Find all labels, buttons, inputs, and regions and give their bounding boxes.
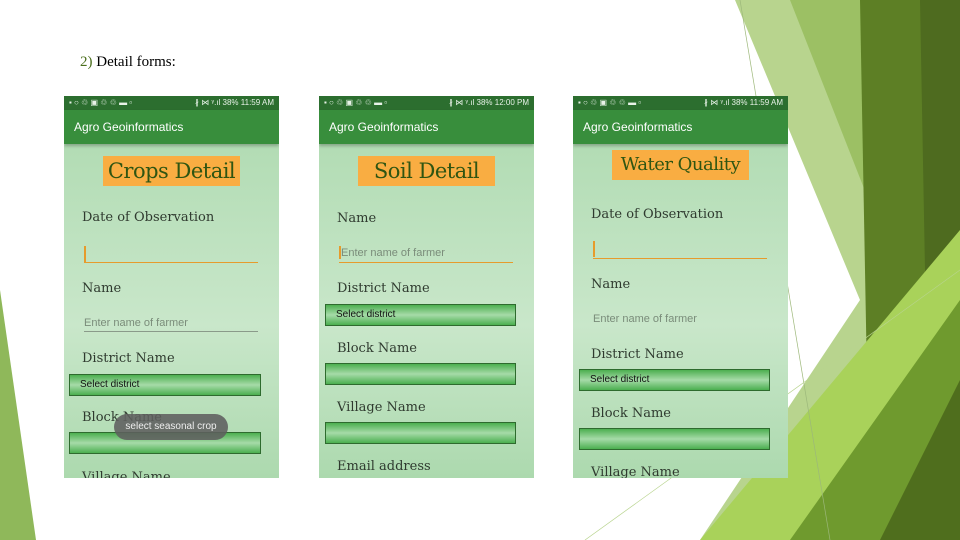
name-input[interactable]: Enter name of farmer: [341, 247, 445, 259]
district-label: District Name: [82, 351, 175, 366]
date-label: Date of Observation: [82, 210, 215, 225]
block-select[interactable]: [325, 363, 516, 385]
slide-number: 2): [80, 54, 93, 70]
status-bar: ▪ ○ ♲ ▣ ♲ ♲ ▬ ▫ ∦ ⋈ ᵞ.ıl 38% 11:59 AM: [573, 96, 788, 110]
battery-level: 38%: [731, 98, 748, 107]
text-cursor: [593, 241, 595, 257]
form-title: Crops Detail: [103, 156, 240, 186]
phone-crops-detail: ▪ ○ ♲ ▣ ♲ ♲ ▬ ▫ ∦ ⋈ ᵞ.ıl 38% 11:59 AM Agr…: [64, 96, 279, 478]
status-bar: ▪ ○ ♲ ▣ ♲ ♲ ▬ ▫ ∦ ⋈ ᵞ.ıl 38% 12:00 PM: [319, 96, 534, 110]
block-label: Block Name: [591, 406, 671, 421]
block-select[interactable]: [579, 428, 770, 450]
phone-soil-detail: ▪ ○ ♲ ▣ ♲ ♲ ▬ ▫ ∦ ⋈ ᵞ.ıl 38% 12:00 PM Agr…: [319, 96, 534, 478]
village-label: Village Name: [82, 470, 171, 478]
notification-icons: ▪ ○ ♲ ▣ ♲ ♲ ▬ ▫: [578, 98, 642, 107]
email-label: Email address: [337, 459, 431, 474]
app-bar-title: Agro Geoinformatics: [319, 110, 534, 144]
notification-icons: ▪ ○ ♲ ▣ ♲ ♲ ▬ ▫: [324, 98, 388, 107]
phone-water-quality: ▪ ○ ♲ ▣ ♲ ♲ ▬ ▫ ∦ ⋈ ᵞ.ıl 38% 11:59 AM Agr…: [573, 96, 788, 478]
slide-title-text: Detail forms:: [96, 54, 176, 70]
name-underline: [84, 331, 258, 332]
signal-icons: ∦ ⋈ ᵞ.ıl: [195, 98, 221, 107]
text-cursor: [84, 246, 86, 262]
battery-level: 38%: [222, 98, 239, 107]
village-label: Village Name: [337, 400, 426, 415]
name-label: Name: [591, 277, 631, 292]
toast-message: select seasonal crop: [114, 414, 228, 440]
name-label: Name: [337, 211, 377, 226]
clock: 11:59 AM: [240, 98, 274, 107]
district-select[interactable]: Select district: [325, 304, 516, 326]
name-label: Name: [82, 281, 122, 296]
app-bar-title: Agro Geoinformatics: [573, 110, 788, 144]
date-label: Date of Observation: [591, 207, 724, 222]
name-input[interactable]: Enter name of farmer: [593, 313, 697, 325]
date-input[interactable]: [593, 258, 767, 259]
form-title: Water Quality: [612, 150, 749, 180]
form-title: Soil Detail: [358, 156, 495, 186]
signal-icons: ∦ ⋈ ᵞ.ıl: [449, 98, 475, 107]
slide-title: 2) Detail forms:: [80, 54, 176, 71]
village-label: Village Name: [591, 465, 680, 478]
clock: 11:59 AM: [749, 98, 783, 107]
date-input[interactable]: [84, 262, 258, 263]
notification-icons: ▪ ○ ♲ ▣ ♲ ♲ ▬ ▫: [69, 98, 133, 107]
signal-icons: ∦ ⋈ ᵞ.ıl: [704, 98, 730, 107]
block-label: Block Name: [337, 341, 417, 356]
district-select[interactable]: Select district: [579, 369, 770, 391]
district-select[interactable]: Select district: [69, 374, 261, 396]
app-bar-title: Agro Geoinformatics: [64, 110, 279, 144]
district-label: District Name: [337, 281, 430, 296]
village-select[interactable]: [325, 422, 516, 444]
name-underline: [339, 262, 513, 263]
name-input[interactable]: Enter name of farmer: [84, 317, 188, 329]
district-label: District Name: [591, 347, 684, 362]
battery-level: 38%: [476, 98, 493, 107]
status-bar: ▪ ○ ♲ ▣ ♲ ♲ ▬ ▫ ∦ ⋈ ᵞ.ıl 38% 11:59 AM: [64, 96, 279, 110]
clock: 12:00 PM: [494, 98, 529, 107]
